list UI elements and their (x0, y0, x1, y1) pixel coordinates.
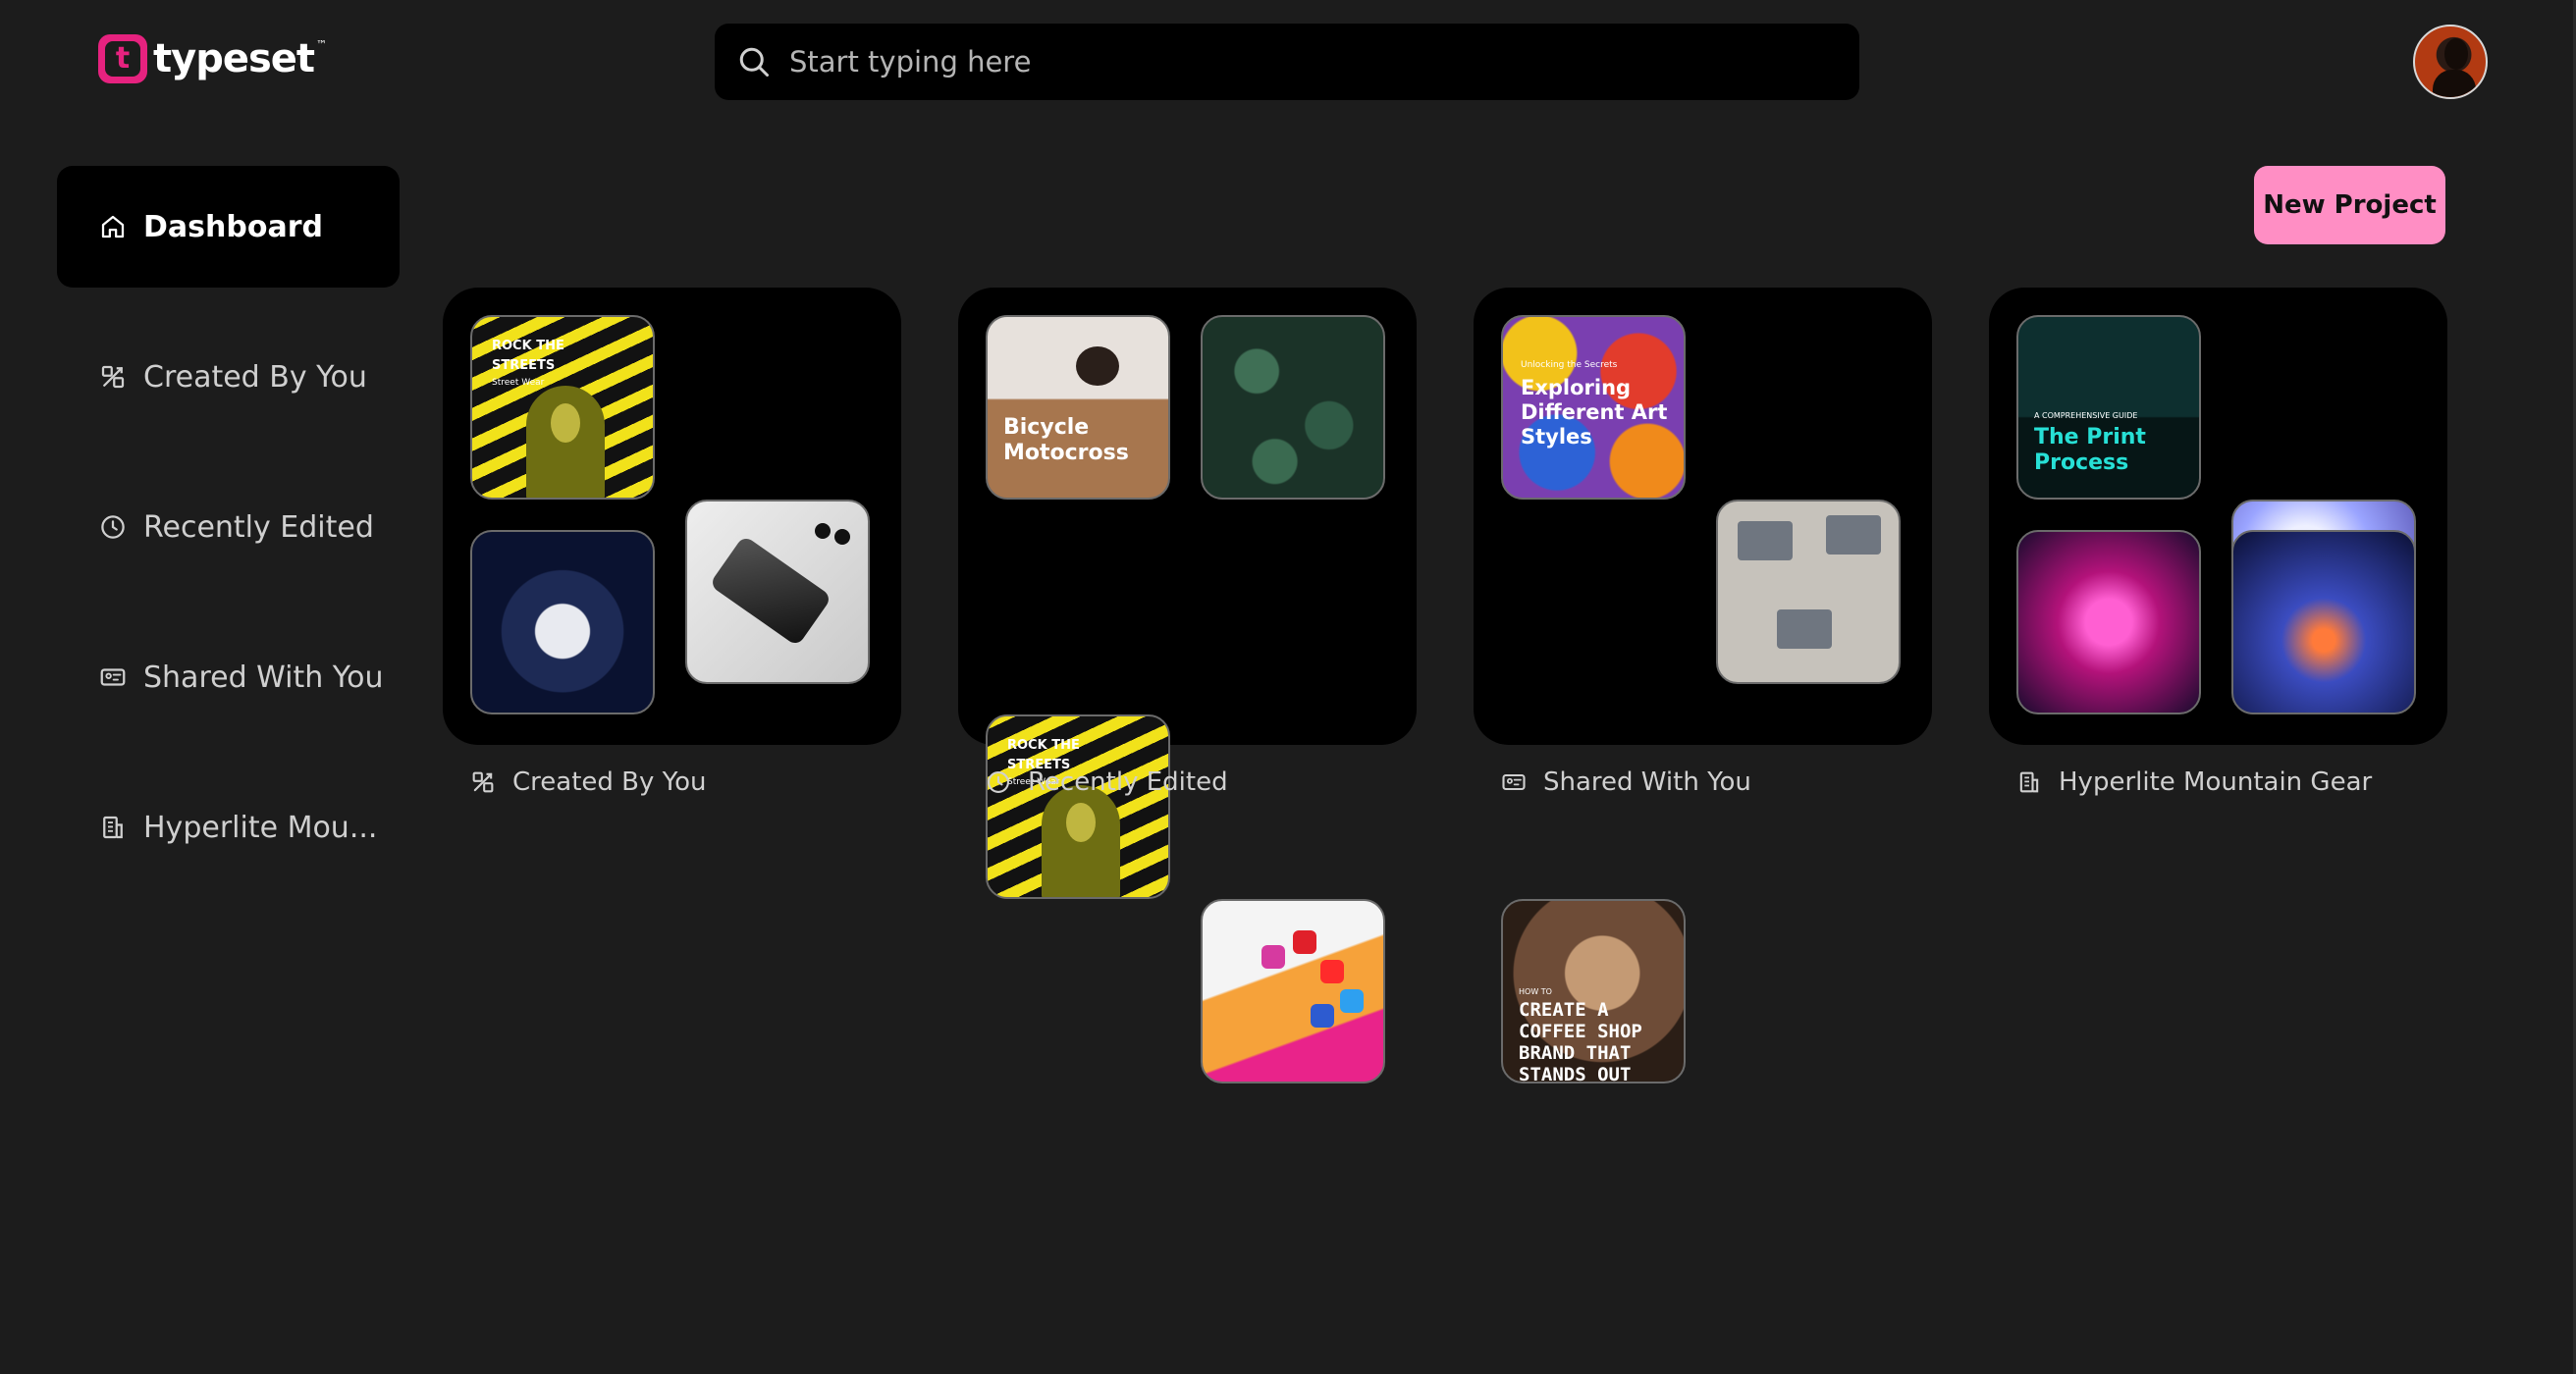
logo-letter: t (105, 41, 140, 77)
project-thumbnail[interactable] (2231, 530, 2416, 714)
project-thumbnail[interactable]: Bicycle Motocross (986, 315, 1170, 500)
card-label-text: Created By You (512, 767, 707, 797)
project-thumbnail[interactable] (470, 530, 655, 714)
avatar-head (2444, 38, 2468, 70)
smartphone-graphic (709, 535, 832, 647)
project-thumbnail[interactable] (685, 500, 870, 684)
thumbnail-pretitle: Unlocking the Secrets (1521, 360, 1618, 370)
earbud-graphic (834, 529, 850, 545)
logo-mark-icon: t (98, 34, 147, 83)
card-label-shared-with-you[interactable]: Shared With You (1500, 767, 1751, 797)
project-card-recently-edited[interactable]: Bicycle Motocross ROCK THE STREETS Stree… (958, 288, 1417, 1083)
card-label-recently-edited[interactable]: Recently Edited (985, 767, 1228, 797)
twitter-app-graphic (1340, 989, 1364, 1013)
design-tools-icon (101, 365, 125, 389)
project-thumbnail[interactable]: ROCK THE STREETS Street Wear (986, 714, 1170, 899)
card-label-hyperlite[interactable]: Hyperlite Mountain Gear (2015, 767, 2372, 797)
face-graphic (551, 403, 580, 443)
search-input[interactable]: Start typing here (789, 45, 1031, 79)
earbud-graphic (815, 523, 831, 539)
bike-rider-graphic (1076, 346, 1119, 386)
facebook-app-graphic (1311, 1004, 1334, 1028)
sidebar-item-dashboard[interactable]: Dashboard (57, 166, 400, 288)
brand-name: typeset (153, 36, 315, 81)
building-icon (2019, 771, 2039, 793)
search-bar[interactable]: Start typing here (715, 24, 1859, 100)
user-avatar[interactable] (2413, 25, 2488, 99)
project-card-created-by-you[interactable]: ROCK THE STREETS Street Wear (443, 288, 901, 745)
card-label-text: Shared With You (1543, 767, 1751, 797)
sidebar-item-label: Dashboard (143, 209, 323, 244)
search-icon (739, 47, 769, 77)
project-card-hyperlite[interactable]: A COMPREHENSIVE GUIDE The Print Process (1989, 288, 2447, 745)
project-thumbnail[interactable]: A COMPREHENSIVE GUIDE The Print Process (2016, 315, 2201, 500)
card-label-created-by-you[interactable]: Created By You (469, 767, 706, 797)
avatar-body (2433, 70, 2476, 97)
shared-id-icon (100, 668, 126, 686)
app-root: t typeset ™ Start typing here Dashboard … (0, 0, 2576, 1374)
card-label-text: Hyperlite Mountain Gear (2059, 767, 2373, 797)
new-project-button[interactable]: New Project (2254, 166, 2445, 244)
thumbnail-pretitle: A COMPREHENSIVE GUIDE (2034, 411, 2138, 420)
sidebar-item-label: Created By You (143, 359, 367, 395)
card-label-text: Recently Edited (1028, 767, 1228, 797)
instagram-app-graphic (1261, 945, 1285, 969)
thumbnail-title: CREATE A COFFEE SHOP BRAND THAT STANDS O… (1519, 999, 1642, 1083)
sidebar-item-shared-with-you[interactable]: Shared With You (57, 616, 400, 738)
face-graphic (1066, 803, 1096, 842)
sidebar-item-label: Shared With You (143, 660, 384, 695)
thumbnail-title: The Print Process (2034, 425, 2146, 475)
project-card-shared-with-you[interactable]: Unlocking the Secrets Exploring Differen… (1474, 288, 1932, 1083)
thumbnail-title: Bicycle Motocross (1003, 415, 1129, 465)
sidebar-item-label: Hyperlite Mou... (143, 810, 378, 845)
thumbnail-pretitle: HOW TO (1519, 987, 1552, 996)
pinterest-app-graphic (1293, 930, 1316, 954)
laptop-graphic (1777, 609, 1832, 649)
laptop-graphic (1738, 521, 1793, 560)
project-thumbnail[interactable] (2016, 530, 2201, 714)
project-thumbnail[interactable] (1716, 500, 1901, 684)
trademark-symbol: ™ (316, 38, 328, 51)
thumbnail-title: Exploring Different Art Styles (1521, 376, 1668, 449)
project-thumbnail[interactable] (1201, 899, 1385, 1083)
thumbnail-subtitle: Street Wear (492, 378, 545, 388)
design-tools-icon (472, 771, 494, 793)
clock-icon (988, 771, 1009, 793)
shared-id-icon (1502, 773, 1526, 791)
project-thumbnail[interactable] (1201, 315, 1385, 500)
laptop-graphic (1826, 515, 1881, 555)
building-icon (103, 816, 123, 839)
sidebar-item-created-by-you[interactable]: Created By You (57, 316, 400, 438)
clock-icon (101, 515, 125, 539)
youtube-app-graphic (1320, 960, 1344, 983)
brand-logo[interactable]: t typeset ™ (98, 34, 327, 83)
sidebar-item-hyperlite[interactable]: Hyperlite Mou... (57, 766, 400, 888)
project-thumbnail[interactable]: HOW TO CREATE A COFFEE SHOP BRAND THAT S… (1501, 899, 1686, 1083)
home-icon (101, 215, 125, 238)
project-thumbnail[interactable]: Unlocking the Secrets Exploring Differen… (1501, 315, 1686, 500)
project-thumbnail[interactable]: ROCK THE STREETS Street Wear (470, 315, 655, 500)
sidebar-item-recently-edited[interactable]: Recently Edited (57, 466, 400, 588)
sidebar-item-label: Recently Edited (143, 509, 374, 545)
thumbnail-title: ROCK THE STREETS (492, 339, 564, 373)
